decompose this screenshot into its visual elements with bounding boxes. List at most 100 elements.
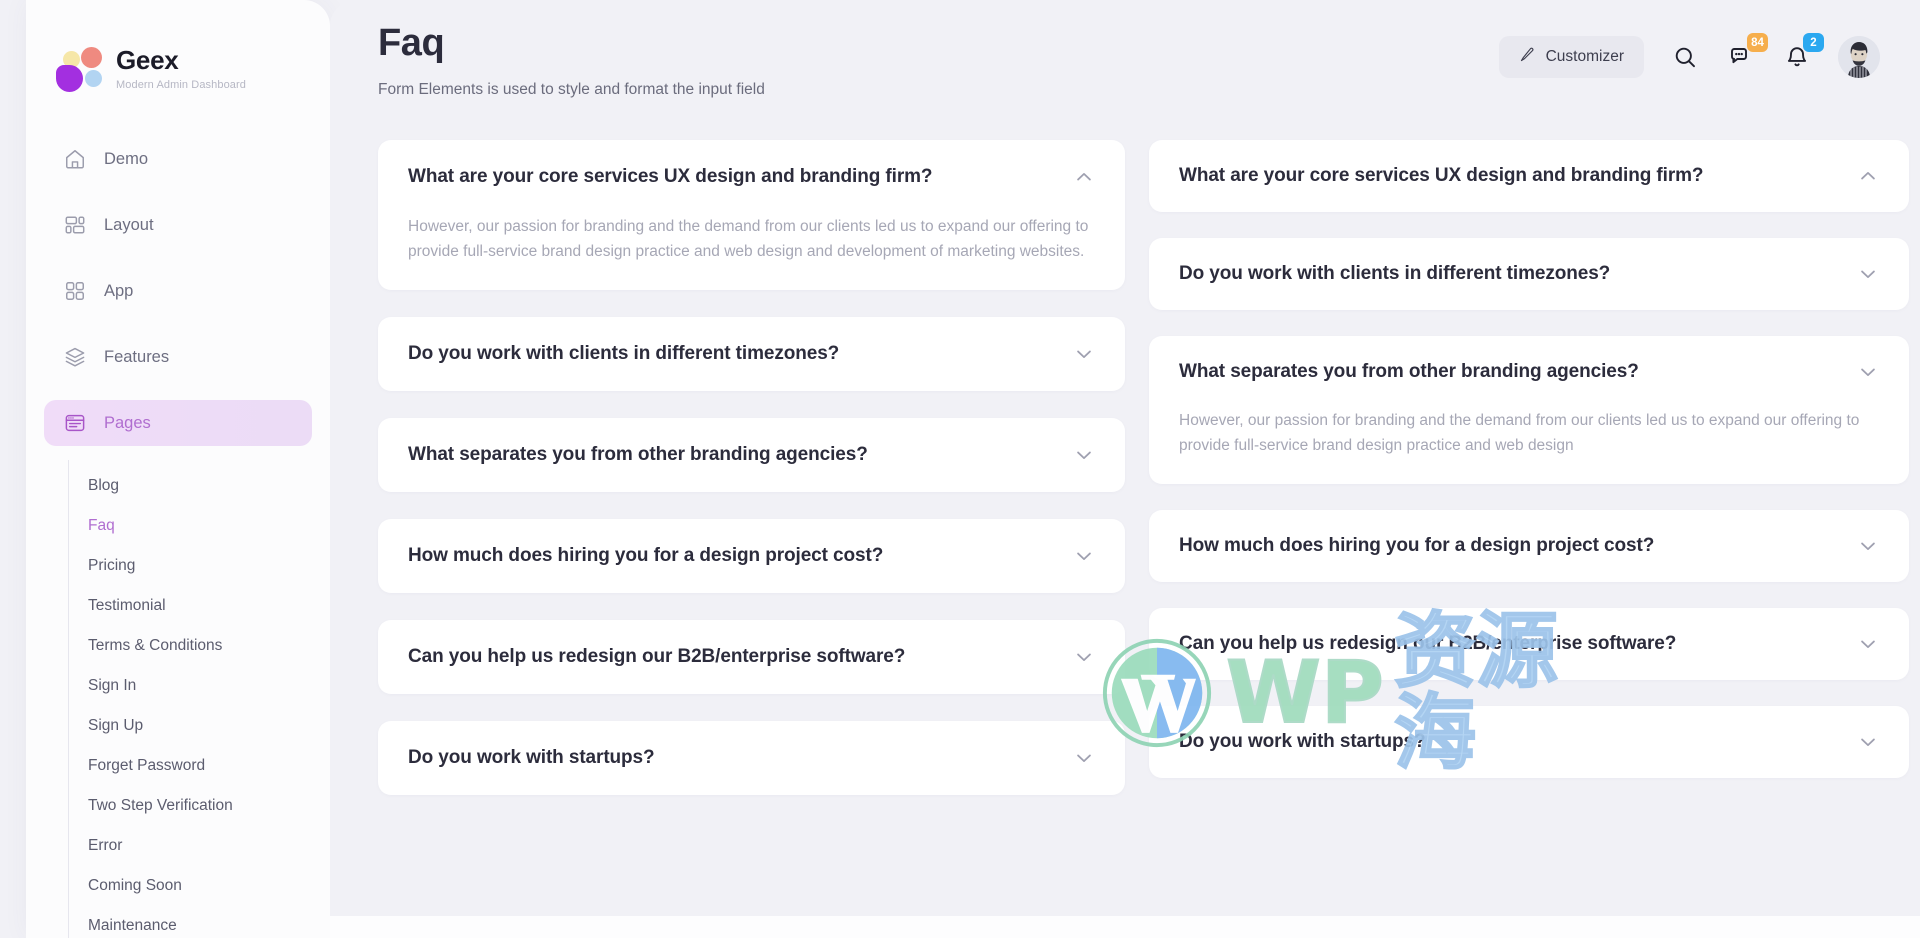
sidebar-subitem-pricing[interactable]: Pricing bbox=[68, 546, 330, 586]
notifications-button[interactable]: 2 bbox=[1782, 33, 1824, 72]
brand-name: Geex bbox=[116, 45, 179, 76]
messages-badge: 84 bbox=[1747, 33, 1768, 52]
pencil-icon bbox=[1519, 46, 1536, 68]
faq-question: Do you work with clients in different ti… bbox=[1179, 263, 1611, 284]
avatar[interactable] bbox=[1838, 36, 1880, 78]
layers-icon bbox=[64, 346, 86, 368]
chevron-down-icon[interactable] bbox=[1073, 444, 1095, 466]
faq-grid: What are your core services UX design an… bbox=[330, 118, 1920, 796]
faq-question: What separates you from other branding a… bbox=[408, 444, 868, 466]
faq-toggle[interactable]: What are your core services UX design an… bbox=[1179, 140, 1879, 212]
faq-item: Can you help us redesign our B2B/enterpr… bbox=[1149, 608, 1909, 681]
faq-item: Do you work with startups? bbox=[378, 721, 1125, 796]
faq-question: What are your core services UX design an… bbox=[408, 166, 933, 187]
faq-answer: However, our passion for branding and th… bbox=[408, 218, 1089, 261]
faq-item: What are your core services UX design an… bbox=[378, 140, 1125, 291]
faq-question: How much does hiring you for a design pr… bbox=[1179, 535, 1655, 557]
faq-toggle[interactable]: Do you work with startups? bbox=[1179, 706, 1879, 778]
app-root: Geex Modern Admin Dashboard Demo Layout … bbox=[0, 0, 1920, 938]
search-icon[interactable] bbox=[1670, 42, 1700, 72]
faq-toggle[interactable]: Do you work with clients in different ti… bbox=[1179, 238, 1879, 310]
home-icon bbox=[64, 148, 86, 170]
sidebar-item-layout[interactable]: Layout bbox=[44, 202, 312, 248]
faq-item: Do you work with startups? bbox=[1149, 706, 1909, 779]
sidebar-item-app[interactable]: App bbox=[44, 268, 312, 314]
chevron-down-icon[interactable] bbox=[1073, 646, 1095, 668]
sidebar-item-label: App bbox=[104, 281, 134, 300]
faq-item: What separates you from other branding a… bbox=[378, 418, 1125, 493]
chevron-down-icon[interactable] bbox=[1073, 747, 1095, 769]
sidebar-subitem-two-step-verification[interactable]: Two Step Verification bbox=[68, 786, 330, 826]
sidebar-item-label: Layout bbox=[104, 215, 154, 234]
sidebar-subitem-faq[interactable]: Faq bbox=[68, 506, 330, 546]
sidebar-item-features[interactable]: Features bbox=[44, 334, 312, 380]
faq-toggle[interactable]: What separates you from other branding a… bbox=[1179, 336, 1879, 408]
bottom-strip bbox=[330, 916, 1920, 938]
faq-item: How much does hiring you for a design pr… bbox=[378, 519, 1125, 594]
faq-question: What separates you from other branding a… bbox=[1179, 361, 1639, 382]
customizer-label: Customizer bbox=[1545, 48, 1624, 65]
chevron-down-icon[interactable] bbox=[1857, 263, 1879, 285]
faq-item: How much does hiring you for a design pr… bbox=[1149, 510, 1909, 583]
chevron-up-icon[interactable] bbox=[1073, 166, 1095, 188]
geex-flower-logo-icon bbox=[52, 44, 102, 94]
sidebar-subitem-error[interactable]: Error bbox=[68, 826, 330, 866]
sidebar-subitem-sign-in[interactable]: Sign In bbox=[68, 666, 330, 706]
faq-item: Do you work with clients in different ti… bbox=[1149, 238, 1909, 310]
faq-question: Do you work with startups? bbox=[408, 747, 655, 769]
sidebar-nav: Demo Layout App Features Pages Blog Faq … bbox=[26, 136, 330, 938]
sidebar-item-label: Features bbox=[104, 347, 170, 366]
sidebar-item-pages[interactable]: Pages bbox=[44, 400, 312, 446]
faq-item: What are your core services UX design an… bbox=[1149, 140, 1909, 212]
faq-question: Do you work with clients in different ti… bbox=[408, 343, 840, 365]
faq-column-right: What are your core services UX design an… bbox=[1149, 140, 1909, 779]
sidebar-subitem-terms-conditions[interactable]: Terms & Conditions bbox=[68, 626, 330, 666]
faq-toggle[interactable]: How much does hiring you for a design pr… bbox=[1179, 510, 1879, 582]
faq-item: Do you work with clients in different ti… bbox=[378, 317, 1125, 392]
faq-toggle[interactable]: What separates you from other branding a… bbox=[408, 418, 1095, 492]
logo-petal-blue bbox=[85, 70, 102, 87]
faq-toggle[interactable]: Do you work with clients in different ti… bbox=[408, 317, 1095, 391]
faq-toggle[interactable]: How much does hiring you for a design pr… bbox=[408, 519, 1095, 593]
sidebar-item-demo[interactable]: Demo bbox=[44, 136, 312, 182]
sidebar-subitem-sign-up[interactable]: Sign Up bbox=[68, 706, 330, 746]
faq-item: What separates you from other branding a… bbox=[1149, 336, 1909, 485]
logo-petal-purple bbox=[56, 65, 83, 92]
notifications-badge: 2 bbox=[1803, 33, 1824, 52]
page-subtitle: Form Elements is used to style and forma… bbox=[378, 81, 765, 98]
chevron-down-icon[interactable] bbox=[1857, 633, 1879, 655]
chevron-down-icon[interactable] bbox=[1073, 545, 1095, 567]
sidebar: Geex Modern Admin Dashboard Demo Layout … bbox=[26, 0, 330, 938]
layout-icon bbox=[64, 214, 86, 236]
chevron-down-icon[interactable] bbox=[1857, 361, 1879, 383]
faq-toggle[interactable]: Can you help us redesign our B2B/enterpr… bbox=[408, 620, 1095, 694]
sidebar-subitem-testimonial[interactable]: Testimonial bbox=[68, 586, 330, 626]
chevron-down-icon[interactable] bbox=[1073, 343, 1095, 365]
chevron-up-icon[interactable] bbox=[1857, 165, 1879, 187]
sidebar-submenu-pages: Blog Faq Pricing Testimonial Terms & Con… bbox=[68, 460, 330, 938]
toolbar: Customizer 84 2 bbox=[1498, 33, 1880, 78]
sidebar-subitem-forget-password[interactable]: Forget Password bbox=[68, 746, 330, 786]
sidebar-subitem-maintenance[interactable]: Maintenance bbox=[68, 906, 330, 938]
faq-toggle[interactable]: What are your core services UX design an… bbox=[408, 140, 1095, 214]
faq-toggle[interactable]: Can you help us redesign our B2B/enterpr… bbox=[1179, 608, 1879, 680]
brand-logo[interactable]: Geex Modern Admin Dashboard bbox=[26, 0, 330, 94]
messages-button[interactable]: 84 bbox=[1726, 33, 1768, 72]
faq-question: Do you work with startups? bbox=[1179, 731, 1426, 753]
customizer-button[interactable]: Customizer bbox=[1498, 36, 1644, 78]
page-header: Faq Form Elements is used to style and f… bbox=[378, 0, 765, 99]
faq-column-left: What are your core services UX design an… bbox=[378, 140, 1125, 796]
brand-tagline: Modern Admin Dashboard bbox=[116, 78, 246, 91]
main-content: Faq Form Elements is used to style and f… bbox=[330, 0, 1920, 916]
faq-item: Can you help us redesign our B2B/enterpr… bbox=[378, 620, 1125, 695]
sidebar-subitem-blog[interactable]: Blog bbox=[68, 466, 330, 506]
grid-icon bbox=[64, 280, 86, 302]
faq-toggle[interactable]: Do you work with startups? bbox=[408, 721, 1095, 795]
topbar: Faq Form Elements is used to style and f… bbox=[330, 0, 1920, 118]
chevron-down-icon[interactable] bbox=[1857, 731, 1879, 753]
chevron-down-icon[interactable] bbox=[1857, 535, 1879, 557]
browser-window-icon bbox=[64, 412, 86, 434]
sidebar-item-label: Pages bbox=[104, 413, 151, 432]
sidebar-subitem-coming-soon[interactable]: Coming Soon bbox=[68, 866, 330, 906]
faq-question: Can you help us redesign our B2B/enterpr… bbox=[408, 646, 906, 668]
